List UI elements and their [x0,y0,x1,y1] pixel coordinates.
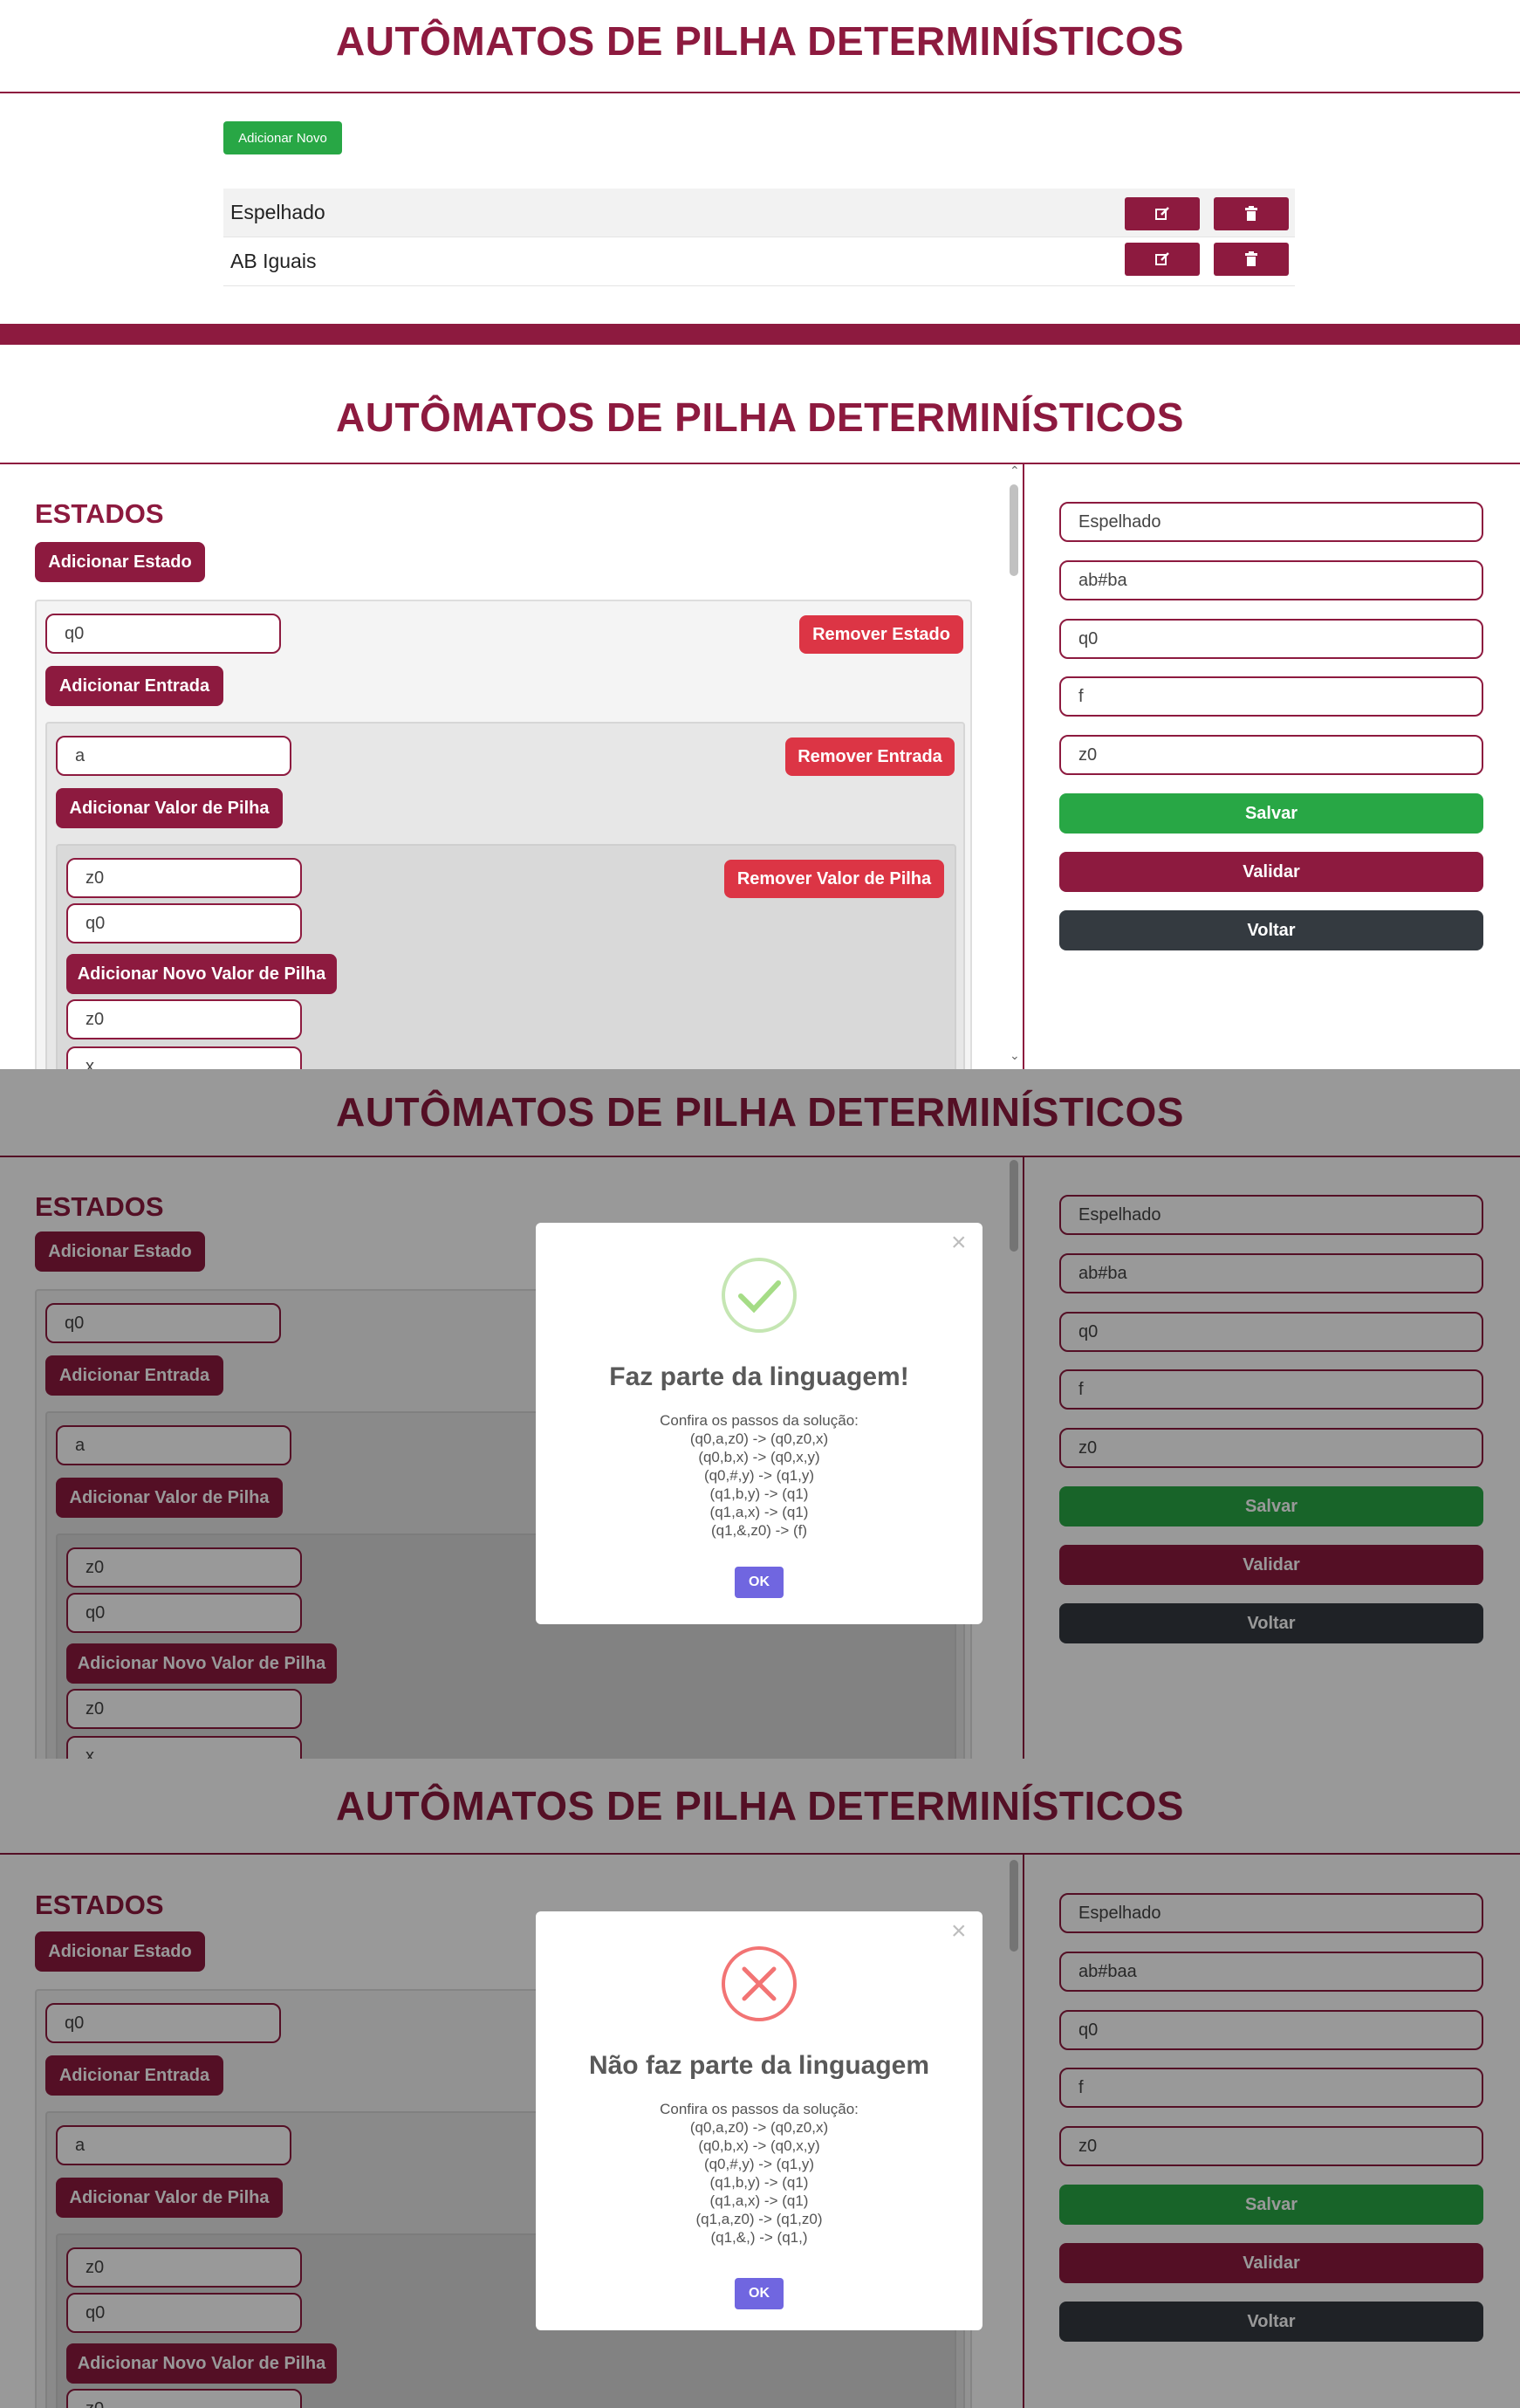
list-item: Espelhado [223,189,1295,237]
state-panel: q0 Remover Estado Adicionar Entrada a Re… [35,600,972,1069]
header-divider [0,92,1520,93]
stack-value-input[interactable]: x [66,1046,302,1069]
solution-step: (q1,&,z0) -> (f) [710,1522,808,1539]
stack-value-input[interactable]: z0 [66,858,302,898]
edit-button[interactable] [1125,197,1200,230]
stack-value-input[interactable]: z0 [66,999,302,1039]
add-state-button[interactable]: Adicionar Estado [35,542,205,582]
add-new-button[interactable]: Adicionar Novo [223,121,342,154]
stack-value-input[interactable]: q0 [66,903,302,943]
solution-step: (q0,#,y) -> (q1,y) [703,2156,815,2172]
edit-icon [1155,207,1169,220]
automaton-name-input[interactable]: Espelhado [1059,502,1483,542]
error-x-icon [722,1946,797,2021]
solution-step: (q1,&,) -> (q1,) [710,2229,808,2246]
input-symbol-input[interactable]: a [56,736,291,776]
list-item: AB Iguais [223,237,1295,286]
solution-step: (q0,b,x) -> (q0,x,y) [698,2137,820,2154]
modal-subtitle: Confira os passos da solução: [660,2101,859,2117]
panel-divider [1023,464,1024,1069]
solution-step: (q1,b,y) -> (q1) [709,1485,809,1502]
states-heading: ESTADOS [35,498,164,529]
list-screen: AUTÔMATOS DE PILHA DETERMINÍSTICOS Adici… [0,0,1520,345]
solution-step: (q1,a,x) -> (q1) [709,1504,809,1520]
ok-button[interactable]: OK [735,1567,784,1598]
page-title: AUTÔMATOS DE PILHA DETERMINÍSTICOS [336,394,1184,440]
error-modal: × Não faz parte da linguagem Confira os … [536,1911,983,2330]
error-screen: AUTÔMATOS DE PILHA DETERMINÍSTICOS ESTAD… [0,1759,1520,2408]
remove-state-button[interactable]: Remover Estado [799,615,963,654]
scroll-up-icon[interactable]: ⌃ [1010,463,1020,478]
state-name-input[interactable]: q0 [45,614,281,654]
trash-icon [1245,206,1257,221]
delete-button[interactable] [1214,197,1289,230]
back-button[interactable]: Voltar [1059,910,1483,950]
delete-button[interactable] [1214,243,1289,276]
edit-button[interactable] [1125,243,1200,276]
close-icon[interactable]: × [951,1917,967,1946]
add-stack-value-button[interactable]: Adicionar Valor de Pilha [56,788,283,828]
remove-stack-value-button[interactable]: Remover Valor de Pilha [724,860,944,898]
solution-step: (q1,b,y) -> (q1) [709,2174,809,2191]
solution-step: (q1,a,x) -> (q1) [709,2192,809,2209]
modal-title: Faz parte da linguagem! [609,1362,909,1391]
add-input-button[interactable]: Adicionar Entrada [45,666,223,706]
add-new-stack-value-button[interactable]: Adicionar Novo Valor de Pilha [66,954,337,994]
ok-button[interactable]: OK [735,2278,784,2309]
stack-start-input[interactable]: z0 [1059,735,1483,775]
validate-button[interactable]: Validar [1059,852,1483,892]
success-check-icon [722,1258,797,1333]
trash-icon [1245,251,1257,266]
editor-screen: AUTÔMATOS DE PILHA DETERMINÍSTICOS ⌃ ⌄ E… [0,345,1520,1069]
list-item-name: Espelhado [230,201,325,223]
solution-step: (q0,a,z0) -> (q0,z0,x) [689,1430,829,1447]
header-divider [0,463,1520,464]
remove-input-button[interactable]: Remover Entrada [785,737,955,776]
success-screen: AUTÔMATOS DE PILHA DETERMINÍSTICOS ESTAD… [0,1069,1520,1759]
page-title: AUTÔMATOS DE PILHA DETERMINÍSTICOS [336,18,1184,64]
solution-step: (q0,b,x) -> (q0,x,y) [698,1449,820,1465]
scroll-down-icon[interactable]: ⌄ [1010,1048,1020,1063]
solution-step: (q1,a,z0) -> (q1,z0) [695,2211,823,2227]
list-item-name: AB Iguais [230,250,317,272]
stack-panel: z0 Remover Valor de Pilha q0 Adicionar N… [56,844,956,1069]
modal-title: Não faz parte da linguagem [588,2051,930,2080]
initial-state-input[interactable]: q0 [1059,619,1483,659]
word-input[interactable]: ab#ba [1059,560,1483,600]
section-divider-band [0,324,1520,345]
input-panel: a Remover Entrada Adicionar Valor de Pil… [45,722,965,1069]
scrollbar[interactable] [1010,484,1018,576]
save-button[interactable]: Salvar [1059,793,1483,834]
final-state-input[interactable]: f [1059,676,1483,717]
close-icon[interactable]: × [951,1228,967,1258]
success-modal: × Faz parte da linguagem! Confira os pas… [536,1223,983,1624]
solution-step: (q0,a,z0) -> (q0,z0,x) [689,2119,829,2136]
solution-step: (q0,#,y) -> (q1,y) [703,1467,815,1484]
modal-subtitle: Confira os passos da solução: [660,1412,859,1429]
edit-icon [1155,252,1169,265]
